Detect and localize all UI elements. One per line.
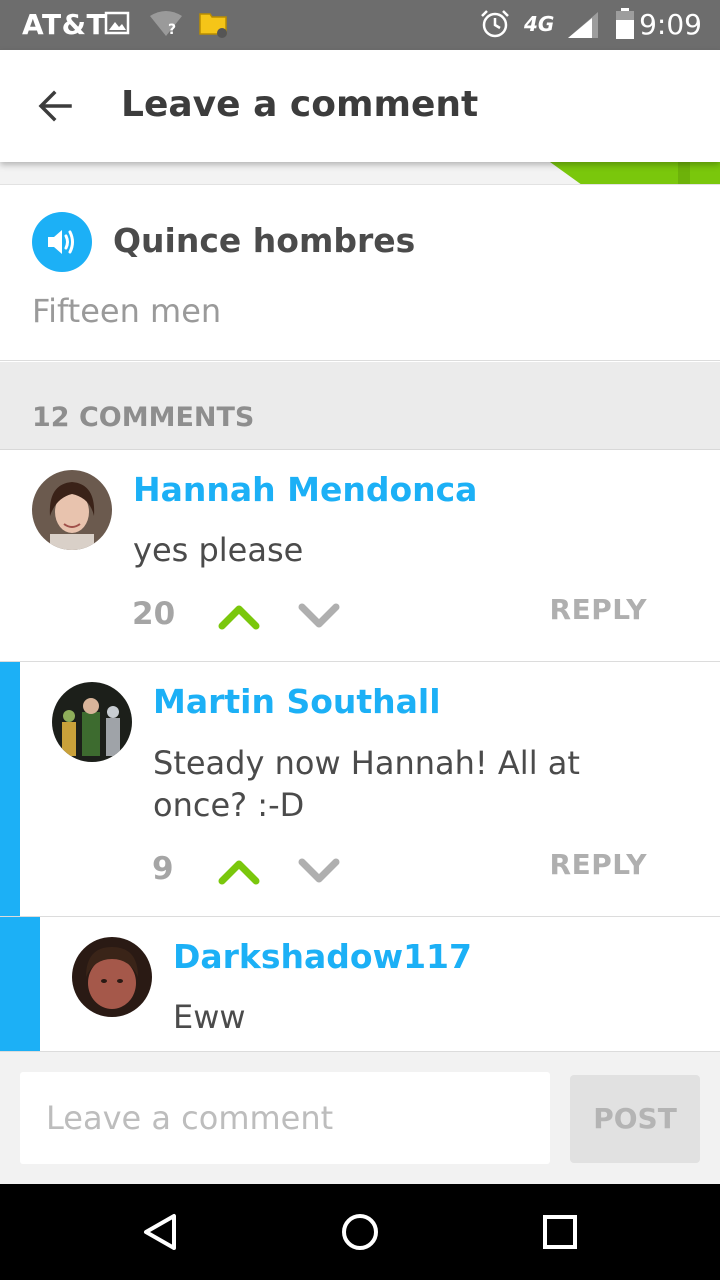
system-nav-bar [0, 1184, 720, 1280]
sentence-card: Quince hombres Fifteen men [0, 184, 720, 361]
wifi-unknown-icon: ? [148, 10, 184, 42]
comment-text: yes please [133, 531, 304, 569]
folder-notification-icon [198, 8, 230, 44]
home-circle-icon[interactable] [340, 1212, 380, 1252]
page-title: Leave a comment [121, 84, 479, 125]
avatar[interactable] [52, 682, 132, 762]
reply-button[interactable]: REPLY [550, 593, 647, 626]
comment-author[interactable]: Hannah Mendonca [133, 470, 477, 509]
comment-item: Darkshadow117 Eww [0, 917, 720, 1052]
downvote-icon[interactable] [297, 601, 341, 631]
comment-input[interactable] [20, 1072, 550, 1164]
thread-indent-bar [0, 917, 40, 1051]
comment-author[interactable]: Darkshadow117 [173, 937, 472, 976]
upvote-icon[interactable] [217, 601, 261, 631]
image-notification-icon [104, 10, 130, 40]
back-triangle-icon[interactable] [140, 1212, 180, 1252]
comment-author[interactable]: Martin Southall [153, 682, 441, 721]
battery-icon [614, 8, 636, 44]
comment-text: Steady now Hannah! All at once? :-D [153, 744, 580, 824]
alarm-icon [479, 8, 511, 44]
arrow-left-icon[interactable] [36, 86, 76, 126]
post-button[interactable]: POST [570, 1075, 700, 1163]
decorative-strip [0, 162, 720, 184]
comment-item: Hannah Mendonca yes please 20 REPLY [0, 450, 720, 662]
vote-count: 20 [132, 596, 176, 632]
upvote-icon[interactable] [217, 856, 261, 886]
network-type-label: 4G [524, 12, 555, 36]
avatar[interactable] [32, 470, 112, 550]
reply-button[interactable]: REPLY [550, 848, 647, 881]
downvote-icon[interactable] [297, 856, 341, 886]
carrier-label: AT&T [22, 8, 107, 41]
comments-count: 12 COMMENTS [32, 402, 255, 433]
vote-count: 9 [152, 851, 174, 887]
sentence-native: Quince hombres [113, 221, 416, 260]
sentence-translation: Fifteen men [32, 292, 222, 330]
svg-text:?: ? [168, 22, 176, 38]
thread-indent-bar [0, 662, 20, 916]
comments-count-header: 12 COMMENTS [0, 362, 720, 450]
app-bar: Leave a comment [0, 50, 720, 162]
clock: 9:09 [639, 8, 702, 41]
comment-composer: POST [0, 1052, 720, 1184]
signal-icon [566, 10, 600, 44]
status-bar: AT&T ? 4G 9:09 [0, 0, 720, 50]
comment-item: Martin Southall Steady now Hannah! All a… [0, 662, 720, 917]
comment-text: Eww [173, 998, 246, 1036]
recents-square-icon[interactable] [540, 1212, 580, 1252]
speaker-icon[interactable] [32, 212, 92, 272]
avatar[interactable] [72, 937, 152, 1017]
